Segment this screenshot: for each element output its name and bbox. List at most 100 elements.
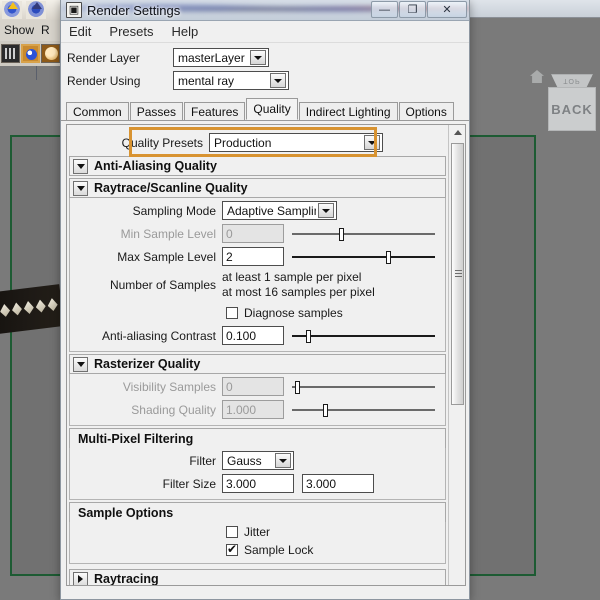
raytrace-scanline-body: Sampling Mode Adaptive Sampling Min Samp… [69,198,446,352]
visibility-samples-row: Visibility Samples 0 [70,375,445,398]
home-icon[interactable] [530,70,544,83]
chevron-down-icon[interactable] [73,356,88,372]
light-icon[interactable] [41,44,60,63]
viewcube[interactable]: TOP BACK [548,74,596,134]
chevron-down-icon[interactable] [318,203,334,218]
section-anti-aliasing-quality[interactable]: Anti-Aliasing Quality [69,156,446,176]
sample-lock-checkbox[interactable]: Sample Lock [226,542,313,557]
section-title: Raytrace/Scanline Quality [94,181,248,195]
checkbox-box[interactable] [226,526,238,538]
min-sample-level-row: Min Sample Level 0 [70,222,445,245]
filter-row: Filter Gauss [70,449,445,472]
filter-size-x-input[interactable]: 3.000 [222,474,294,493]
max-sample-level-label: Max Sample Level [117,249,216,264]
anti-aliasing-contrast-slider[interactable] [292,328,435,344]
menu-presets[interactable]: Presets [109,24,153,39]
settings-scroll-area: Quality Presets Production Anti-Aliasing… [67,125,448,585]
tab-indirect-lighting[interactable]: Indirect Lighting [298,102,398,120]
min-sample-level-slider[interactable] [292,226,435,242]
menu-help[interactable]: Help [171,24,198,39]
section-multi-pixel-filtering-title: Multi-Pixel Filtering [69,428,446,448]
menu-renderer[interactable]: R [41,23,50,37]
viewport-menu-bar: Show R [0,20,62,42]
quality-tab-panel: Quality Presets Production Anti-Aliasing… [66,124,466,586]
visibility-samples-input[interactable]: 0 [222,377,284,396]
visibility-samples-label: Visibility Samples [122,379,216,394]
shading-quality-row: Shading Quality 1.000 [70,398,445,421]
sample-options-body: Jitter Sample Lock [69,522,446,564]
min-sample-level-input[interactable]: 0 [222,224,284,243]
quality-presets-row: Quality Presets Production [69,125,446,154]
number-of-samples-line1: at least 1 sample per pixel [222,270,362,284]
chevron-down-icon[interactable] [250,50,266,65]
chevron-down-icon[interactable] [73,180,88,196]
scroll-up-icon[interactable] [449,125,465,140]
render-using-dropdown[interactable]: mental ray [173,71,289,90]
max-sample-level-row: Max Sample Level 2 [70,245,445,268]
shading-quality-input[interactable]: 1.000 [222,400,284,419]
chevron-down-icon[interactable] [364,135,380,150]
tab-features[interactable]: Features [184,102,246,120]
scrollbar-thumb[interactable] [451,143,464,405]
render-layer-dropdown[interactable]: masterLayer [173,48,269,67]
render-layer-field: Render Layer masterLayer [67,48,463,67]
section-title: Raytracing [94,572,159,585]
filter-value: Gauss [227,453,262,468]
render-using-label: Render Using [67,73,141,88]
max-sample-level-slider[interactable] [292,249,435,265]
chevron-right-icon[interactable] [73,571,88,585]
chevron-down-icon[interactable] [270,73,286,88]
section-sample-options-title: Sample Options [69,502,446,522]
render-using-field: Render Using mental ray [67,71,463,90]
close-button[interactable]: ✕ [427,1,467,18]
tab-bar: Common Passes Features Quality Indirect … [61,97,469,121]
window-title-bar[interactable]: ▣ Render Settings — ❐ ✕ [61,0,469,21]
render-using-value: mental ray [178,73,235,88]
anti-aliasing-contrast-label: Anti-aliasing Contrast [101,328,216,343]
visibility-samples-slider[interactable] [292,379,435,395]
max-sample-level-input[interactable]: 2 [222,247,284,266]
maximize-button[interactable]: ❐ [399,1,426,18]
sampling-mode-dropdown[interactable]: Adaptive Sampling [222,201,337,220]
viewcube-top-face[interactable]: TOP [551,74,593,88]
filter-size-label: Filter Size [162,476,216,491]
quality-presets-dropdown[interactable]: Production [209,133,383,152]
tab-quality[interactable]: Quality [246,98,298,120]
multi-pixel-filtering-body: Filter Gauss Filter Size 3.000 3.000 [69,448,446,500]
number-of-samples-row: Number of Samples at least 1 sample per … [70,268,445,302]
anti-aliasing-contrast-input[interactable]: 0.100 [222,326,284,345]
section-raytrace-scanline-quality[interactable]: Raytrace/Scanline Quality [69,178,446,198]
viewcube-front-face[interactable]: BACK [548,87,596,131]
minimize-button[interactable]: — [371,1,398,18]
sphere-render-icon[interactable] [21,44,40,63]
menu-bar: Edit Presets Help [61,21,469,43]
tab-common[interactable]: Common [66,102,129,120]
quality-presets-label: Quality Presets [121,135,203,150]
grid-icon[interactable] [1,44,20,63]
tab-options[interactable]: Options [398,102,454,120]
chevron-down-icon[interactable] [73,158,88,174]
vertical-scrollbar[interactable] [448,125,465,585]
quality-presets-value: Production [214,135,272,150]
sampling-mode-value: Adaptive Sampling [227,203,316,218]
menu-edit[interactable]: Edit [69,24,91,39]
section-raytracing[interactable]: Raytracing [69,569,446,585]
checkbox-box-checked[interactable] [226,542,238,556]
filter-size-y-input[interactable]: 3.000 [302,474,374,493]
menu-show[interactable]: Show [4,23,34,37]
screen: TOP BACK Show R ▣ Render Settings — ❐ ✕ … [0,0,600,600]
window-controls: — ❐ ✕ [370,1,467,18]
section-rasterizer-quality[interactable]: Rasterizer Quality [69,354,446,374]
checkbox-box[interactable] [226,307,238,319]
chevron-down-icon[interactable] [275,453,291,468]
diagnose-samples-checkbox[interactable]: Diagnose samples [226,306,343,320]
shelf-icon-2[interactable] [26,1,46,19]
shelf-icon-1[interactable] [2,1,22,19]
filter-dropdown[interactable]: Gauss [222,451,294,470]
jitter-checkbox[interactable]: Jitter [226,525,270,539]
tab-passes[interactable]: Passes [129,102,184,120]
shading-quality-slider[interactable] [292,402,435,418]
diagnose-samples-label: Diagnose samples [244,306,343,320]
maya-left-toolbar: Show R [0,0,62,66]
section-title: Anti-Aliasing Quality [94,159,217,173]
